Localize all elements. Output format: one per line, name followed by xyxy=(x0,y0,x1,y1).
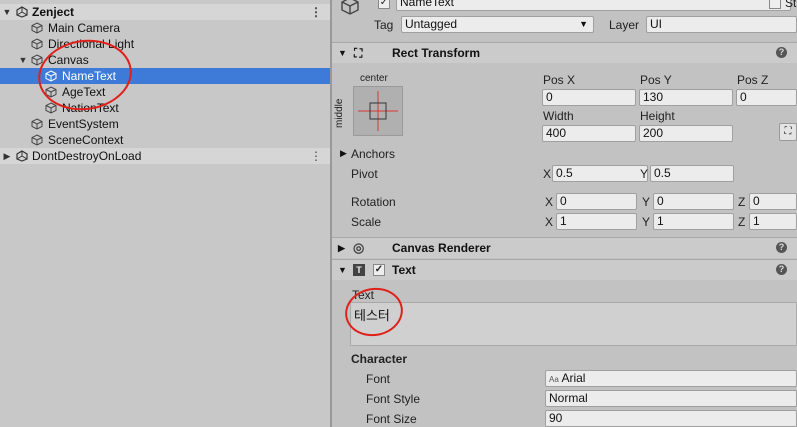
scene-row-dontdestroyonload[interactable]: ▶ DontDestroyOnLoad ⋮ xyxy=(0,148,330,164)
dropdown-arrow-icon: ▼ xyxy=(579,19,588,29)
rotation-z-field[interactable]: 0 xyxy=(749,193,797,210)
scale-x-prefix: X xyxy=(545,215,554,229)
scale-y-field[interactable]: 1 xyxy=(653,213,734,230)
width-field[interactable]: 400 xyxy=(542,125,636,142)
static-checkbox[interactable] xyxy=(769,0,781,9)
expand-arrow-icon[interactable]: ▼ xyxy=(2,4,12,20)
hierarchy-item-label: Main Camera xyxy=(48,21,121,35)
rotation-x-field[interactable]: 0 xyxy=(556,193,637,210)
character-label: Character xyxy=(351,352,408,366)
text-component-header[interactable]: ▼ T ✓ Text ? xyxy=(332,259,797,280)
scene-row-zenject[interactable]: ▼ Zenject ⋮ xyxy=(0,4,330,20)
scale-z-prefix: Z xyxy=(738,215,746,229)
font-label: Font xyxy=(366,372,391,386)
expand-arrow-icon[interactable]: ▶ xyxy=(338,238,345,258)
hierarchy-item-nationtext[interactable]: NationText xyxy=(0,100,330,116)
anchor-horizontal-label: center xyxy=(360,73,388,84)
gameobject-icon xyxy=(31,134,43,146)
unity-scene-icon xyxy=(16,150,28,162)
rotation-y-field[interactable]: 0 xyxy=(653,193,734,210)
pivot-x-prefix: X xyxy=(543,167,552,181)
anchor-vertical-label: middle xyxy=(334,98,345,128)
scale-z-field[interactable]: 1 xyxy=(749,213,797,230)
pos-y-label: Pos Y xyxy=(640,73,672,87)
raw-edit-button[interactable]: ⛶ xyxy=(779,123,797,141)
pos-x-label: Pos X xyxy=(543,73,576,87)
text-enabled-checkbox[interactable]: ✓ xyxy=(373,264,385,276)
rotation-y-prefix: Y xyxy=(642,195,651,209)
text-area[interactable]: 테스터 xyxy=(350,302,797,346)
inspector-panel: ✓ NameText St Tag Untagged ▼ Layer UI ▼ … xyxy=(332,0,797,427)
scale-label: Scale xyxy=(351,215,382,229)
gameobject-icon xyxy=(31,22,43,34)
hierarchy-item-label: SceneContext xyxy=(48,133,124,147)
font-style-dropdown[interactable]: Normal xyxy=(545,390,797,407)
anchors-expand-arrow-icon[interactable]: ▶ xyxy=(340,148,347,159)
gameobject-icon xyxy=(31,38,43,50)
unity-scene-icon xyxy=(16,6,28,18)
hierarchy-panel: ▼ Zenject ⋮ Main Camera Directional Ligh… xyxy=(0,0,330,427)
pos-z-label: Pos Z xyxy=(737,73,769,87)
help-icon[interactable]: ? xyxy=(776,242,787,253)
canvas-renderer-icon: ◎ xyxy=(353,240,365,255)
hierarchy-item-main-camera[interactable]: Main Camera xyxy=(0,20,330,36)
object-name-field[interactable]: NameText xyxy=(396,0,791,11)
scale-y-prefix: Y xyxy=(642,215,651,229)
component-title: Rect Transform xyxy=(392,46,481,60)
text-component-icon: T xyxy=(353,264,365,276)
layer-value: UI xyxy=(650,17,662,31)
expand-arrow-icon[interactable]: ▼ xyxy=(18,52,28,68)
hierarchy-item-scenecontext[interactable]: SceneContext xyxy=(0,132,330,148)
canvas-renderer-header[interactable]: ▶ ◎ Canvas Renderer ? xyxy=(332,237,797,258)
gameobject-icon xyxy=(31,118,43,130)
rect-transform-header[interactable]: ▼ ⛶ Rect Transform ? xyxy=(332,42,797,63)
font-field[interactable]: Aa Arial xyxy=(545,370,797,387)
rotation-label: Rotation xyxy=(351,195,396,209)
pivot-x-field[interactable]: 0.5 xyxy=(552,165,648,182)
hierarchy-item-label: EventSystem xyxy=(48,117,119,131)
width-label: Width xyxy=(543,109,574,123)
active-checkbox[interactable]: ✓ xyxy=(378,0,390,9)
scene-label: DontDestroyOnLoad xyxy=(32,149,142,163)
tag-value: Untagged xyxy=(405,17,458,31)
anchor-presets-button[interactable] xyxy=(353,86,403,136)
rect-transform-icon: ⛶ xyxy=(354,46,363,60)
font-size-label: Font Size xyxy=(366,412,417,426)
pivot-label: Pivot xyxy=(351,167,378,181)
collapse-arrow-icon[interactable]: ▼ xyxy=(338,260,347,280)
scene-menu-icon[interactable]: ⋮ xyxy=(310,4,322,20)
gameobject-icon xyxy=(341,0,359,15)
font-value: Arial xyxy=(561,371,586,385)
scene-menu-icon[interactable]: ⋮ xyxy=(310,148,322,164)
pivot-y-prefix: Y xyxy=(640,167,649,181)
pos-z-field[interactable]: 0 xyxy=(736,89,797,106)
font-size-field[interactable]: 90 xyxy=(545,410,797,427)
height-field[interactable]: 200 xyxy=(639,125,733,142)
layer-label: Layer xyxy=(609,18,640,32)
font-asset-icon: Aa xyxy=(549,375,559,384)
pivot-y-field[interactable]: 0.5 xyxy=(650,165,734,182)
scene-label: Zenject xyxy=(32,5,75,19)
component-title: Canvas Renderer xyxy=(392,241,491,255)
height-label: Height xyxy=(640,109,675,123)
component-title: Text xyxy=(392,263,416,277)
rotation-z-prefix: Z xyxy=(738,195,746,209)
scale-x-field[interactable]: 1 xyxy=(556,213,637,230)
pos-x-field[interactable]: 0 xyxy=(542,89,636,106)
hierarchy-item-eventsystem[interactable]: EventSystem xyxy=(0,116,330,132)
font-style-label: Font Style xyxy=(366,392,421,406)
help-icon[interactable]: ? xyxy=(776,264,787,275)
anchors-label: Anchors xyxy=(351,147,396,161)
layer-dropdown[interactable]: UI xyxy=(646,16,797,33)
anchor-preset-icon xyxy=(358,91,398,131)
pos-y-field[interactable]: 130 xyxy=(639,89,733,106)
tag-dropdown[interactable]: Untagged ▼ xyxy=(401,16,594,33)
expand-arrow-icon[interactable]: ▶ xyxy=(2,148,12,164)
collapse-arrow-icon[interactable]: ▼ xyxy=(338,43,347,63)
rotation-x-prefix: X xyxy=(545,195,554,209)
static-label: St xyxy=(785,0,797,10)
tag-label: Tag xyxy=(374,18,394,32)
help-icon[interactable]: ? xyxy=(776,47,787,58)
hierarchy-item-directional-light[interactable]: Directional Light xyxy=(0,36,330,52)
